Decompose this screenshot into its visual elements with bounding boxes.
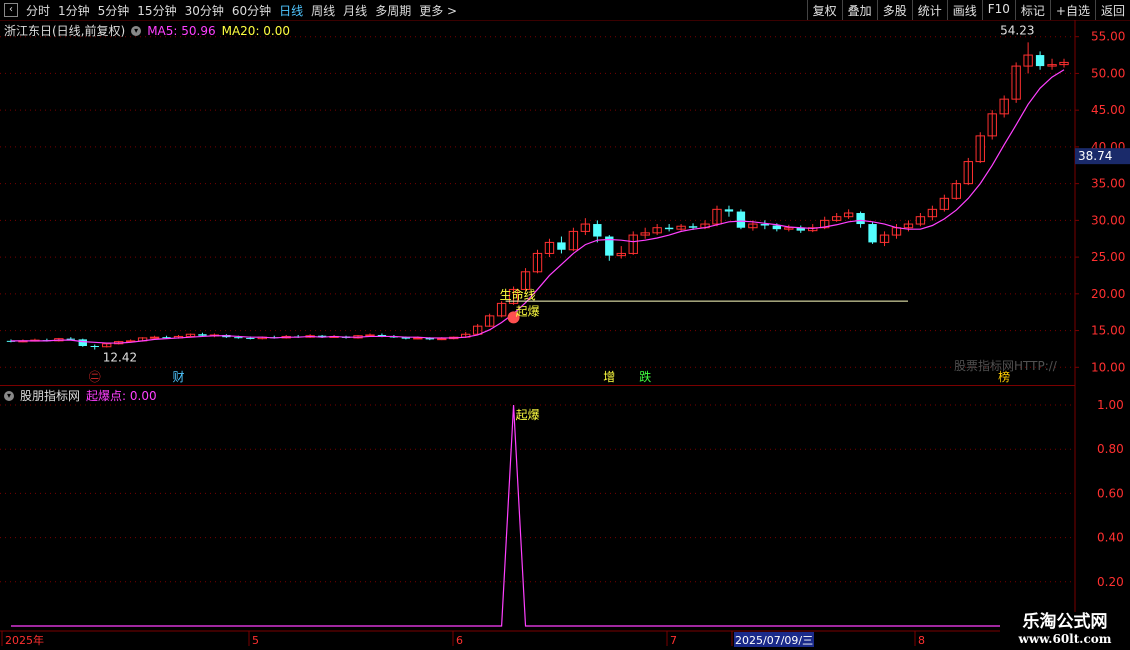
candle-body-down: [90, 346, 99, 347]
life-line-label: 生命线: [500, 287, 536, 302]
candle-body-down: [246, 337, 255, 339]
candle-body-up: [413, 337, 423, 340]
candle-body-down: [593, 224, 602, 237]
price-tick-label: 20.00: [1091, 287, 1125, 301]
sub-indicator-line: [10, 404, 1065, 627]
signal-label: 起爆: [516, 304, 540, 318]
date-label: 7: [670, 634, 677, 647]
date-label: 2025年: [5, 633, 44, 647]
sub-tick-label: 0.20: [1097, 575, 1124, 589]
event-marker: 跌: [639, 369, 651, 384]
current-price-tag: 38.74: [1078, 149, 1112, 163]
price-axis: 55.0050.0045.0040.0035.0030.0025.0020.00…: [1075, 30, 1130, 374]
date-axis: 2025年 5 6 7 2025/07/09/三 8: [0, 630, 1000, 647]
high-price-label: 54.23: [1000, 23, 1034, 37]
candle-body-down: [688, 226, 698, 228]
price-tick-label: 15.00: [1091, 324, 1125, 338]
price-tick-label: 45.00: [1091, 103, 1125, 117]
price-tick-label: 50.00: [1091, 66, 1125, 80]
kline-chart[interactable]: 55.0050.0045.0040.0035.0030.0025.0020.00…: [0, 0, 1130, 650]
sub-tick-label: 0.80: [1097, 442, 1124, 456]
sub-tick-label: 0.60: [1097, 486, 1124, 500]
event-marker: 财: [173, 370, 185, 384]
candle-body-down: [856, 213, 865, 225]
watermark-title: 乐淘公式网: [1022, 612, 1108, 632]
watermark-url: www.60lt.com: [1018, 632, 1112, 646]
candle-body-down: [234, 337, 243, 339]
site-watermark: 乐淘公式网 www.60lt.com: [1000, 612, 1130, 650]
candle-body-down: [1035, 55, 1045, 67]
candle-body-down: [736, 211, 746, 228]
date-label: 8: [918, 634, 925, 647]
ma5-polyline: [10, 69, 1065, 344]
date-label: 5: [252, 634, 259, 647]
candle-body-up: [149, 336, 160, 339]
candle-body-down: [724, 209, 734, 212]
candle-body-down: [557, 242, 566, 250]
event-marker: 增: [603, 370, 615, 384]
sub-peak-label: 起爆: [516, 408, 540, 422]
sub-tick-label: 0.40: [1097, 531, 1124, 545]
price-tick-label: 55.00: [1091, 30, 1125, 44]
price-tick-label: 35.00: [1091, 177, 1125, 191]
chart-grid: [0, 20, 1076, 630]
candle-body-up: [365, 334, 375, 337]
chart-overlay: 生命线起爆54.2312.42股票指标网HTTP://㊁财增跌榜: [89, 23, 1058, 384]
date-label: 2025/07/09/三: [735, 634, 813, 647]
sub-tick-label: 1.00: [1097, 398, 1124, 412]
price-tick-label: 10.00: [1091, 360, 1125, 374]
candle-body-down: [868, 224, 877, 243]
candle-body-down: [772, 225, 782, 230]
low-price-label: 12.42: [103, 351, 137, 365]
candle-body-down: [78, 339, 87, 346]
event-marker: 榜: [998, 369, 1010, 384]
price-tick-label: 25.00: [1091, 250, 1125, 264]
candle-body-down: [66, 338, 76, 340]
candle-body-down: [664, 227, 674, 230]
candle-body-up: [437, 338, 447, 341]
sub-indicator: 1.00 0.80 0.60 0.40 0.20 起爆: [0, 398, 1124, 627]
ma5-line: [10, 69, 1065, 344]
price-tick-label: 30.00: [1091, 213, 1125, 227]
date-label: 6: [456, 634, 463, 647]
panel-separator: [0, 385, 1075, 386]
event-marker: ㊁: [89, 370, 101, 384]
candle-body-down: [198, 334, 207, 336]
